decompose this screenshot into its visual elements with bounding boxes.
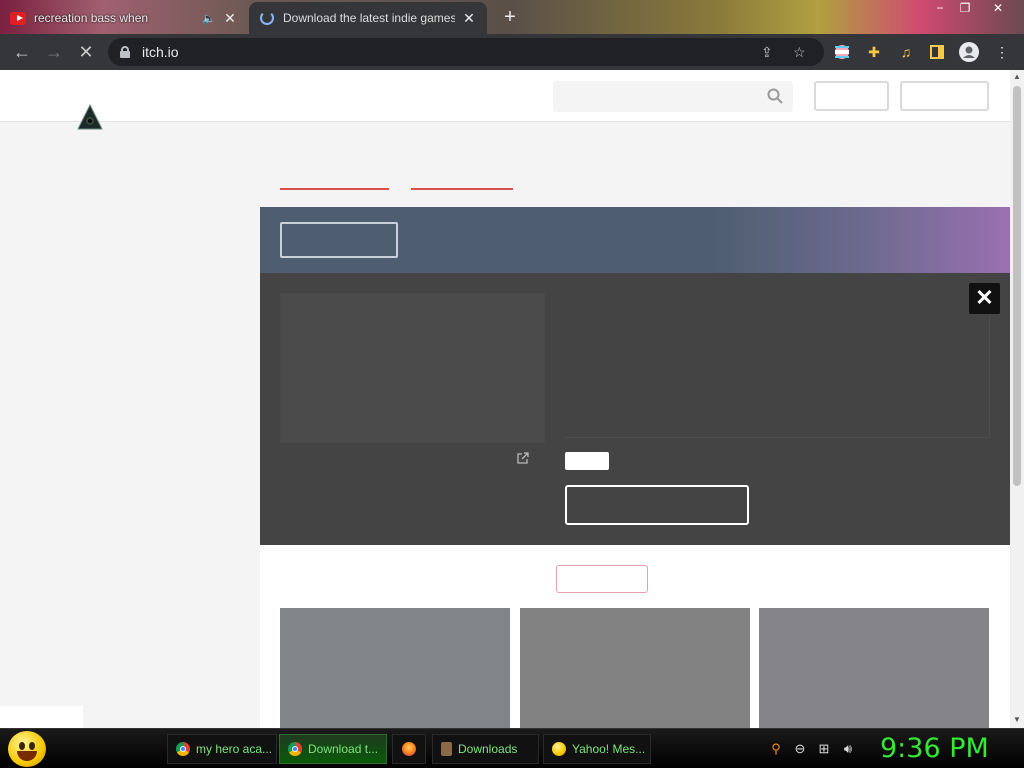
tab-title: recreation bass when — [34, 11, 149, 25]
yahoo-messenger-icon — [552, 742, 566, 756]
chrome-icon — [288, 742, 302, 756]
scroll-up-icon[interactable]: ▲ — [1013, 72, 1021, 81]
register-button[interactable] — [900, 81, 989, 111]
folder-icon — [441, 742, 452, 756]
minimize-button[interactable]: − — [929, 0, 951, 18]
close-tab-icon[interactable]: ✕ — [461, 10, 477, 27]
lock-icon[interactable] — [120, 46, 130, 58]
external-link-icon[interactable] — [516, 451, 530, 465]
youtube-icon — [10, 10, 26, 26]
browser-toolbar: ← → ✕ itch.io ⇪ ☆ ✚ ♫ ⋮ — [0, 34, 1024, 70]
taskbar-item-label: my hero aca... — [196, 742, 273, 756]
site-header — [0, 70, 1010, 130]
taskbar-item-firefox[interactable] — [392, 734, 426, 764]
network-icon[interactable]: ⊞ — [816, 741, 832, 757]
restore-button[interactable]: ❐ — [954, 0, 976, 18]
game-grid-section — [260, 545, 1010, 728]
stop-loading-button[interactable]: ✕ — [70, 36, 102, 68]
loading-spinner-icon — [259, 10, 275, 26]
new-tab-button[interactable]: + — [500, 6, 520, 29]
tab-youtube[interactable]: recreation bass when 🔈 ✕ — [0, 2, 248, 34]
close-tab-icon[interactable]: ✕ — [222, 10, 238, 27]
promo-banner — [260, 207, 1010, 273]
start-button-smiley-icon[interactable] — [8, 731, 46, 767]
filter-button[interactable] — [556, 565, 648, 593]
section-tab-underline[interactable] — [280, 188, 389, 190]
taskbar-item-yahoo-messenger[interactable]: Yahoo! Mes... — [543, 734, 651, 764]
chrome-icon — [176, 742, 190, 756]
scrollbar-thumb[interactable] — [1013, 86, 1021, 486]
game-preview-popup — [260, 273, 1010, 545]
forward-button[interactable]: → — [38, 36, 70, 68]
search-input[interactable] — [553, 81, 793, 112]
browser-tab-strip: recreation bass when 🔈 ✕ Download the la… — [0, 0, 1024, 34]
buy-button[interactable] — [565, 485, 749, 525]
taskbar-item-label: Yahoo! Mes... — [572, 742, 646, 756]
taskbar-item-label: Downloads — [458, 742, 518, 756]
tab-title: Download the latest indie games — [283, 11, 455, 25]
page-scrollbar[interactable]: ▲ ▼ — [1010, 70, 1024, 728]
system-clock[interactable]: 9:36 PM — [880, 733, 989, 764]
site-logo-icon[interactable] — [76, 103, 104, 131]
browser-menu-icon[interactable]: ⋮ — [992, 42, 1012, 62]
do-not-disturb-icon[interactable]: ⊖ — [792, 741, 808, 757]
search-tray-icon[interactable]: ⚲ — [768, 741, 784, 757]
side-panel-icon[interactable] — [927, 42, 947, 62]
game-card[interactable] — [520, 608, 750, 728]
os-taskbar: my hero aca... Download t... Downloads Y… — [0, 728, 1024, 768]
itchio-page — [0, 70, 1010, 728]
profile-avatar-icon[interactable] — [959, 42, 979, 62]
status-area — [0, 706, 83, 728]
game-card[interactable] — [759, 608, 989, 728]
banner-button[interactable] — [280, 222, 398, 258]
taskbar-item-chrome-hero[interactable]: my hero aca... — [167, 734, 277, 764]
address-bar[interactable]: itch.io ⇪ ☆ — [108, 38, 824, 66]
taskbar-item-chrome-download[interactable]: Download t... — [279, 734, 387, 764]
taskbar-item-label: Download t... — [308, 742, 379, 756]
extensions-puzzle-icon[interactable]: ✚ — [864, 42, 884, 62]
game-description — [565, 293, 990, 438]
url-text: itch.io — [142, 44, 179, 60]
window-close-button[interactable]: ✕ — [987, 0, 1009, 18]
login-button[interactable] — [814, 81, 889, 111]
close-popup-button[interactable]: ✕ — [969, 283, 1000, 314]
back-button[interactable]: ← — [6, 36, 38, 68]
tab-itchio[interactable]: Download the latest indie games ✕ — [249, 2, 487, 34]
taskbar-item-downloads[interactable]: Downloads — [432, 734, 539, 764]
volume-icon[interactable]: 🔊︎ — [840, 741, 856, 757]
speaker-icon[interactable]: 🔈 — [202, 12, 216, 25]
game-thumbnail[interactable] — [280, 293, 545, 443]
media-control-icon[interactable]: ♫ — [896, 42, 916, 62]
extension-profile-flag-icon[interactable] — [832, 42, 852, 62]
bookmark-star-icon[interactable]: ☆ — [793, 44, 806, 61]
search-icon[interactable] — [767, 88, 783, 104]
price-badge — [565, 452, 609, 470]
share-icon[interactable]: ⇪ — [761, 44, 773, 61]
section-tab-underline[interactable] — [411, 188, 513, 190]
scroll-down-icon[interactable]: ▼ — [1013, 715, 1021, 724]
game-card[interactable] — [280, 608, 510, 728]
firefox-icon — [402, 742, 416, 756]
